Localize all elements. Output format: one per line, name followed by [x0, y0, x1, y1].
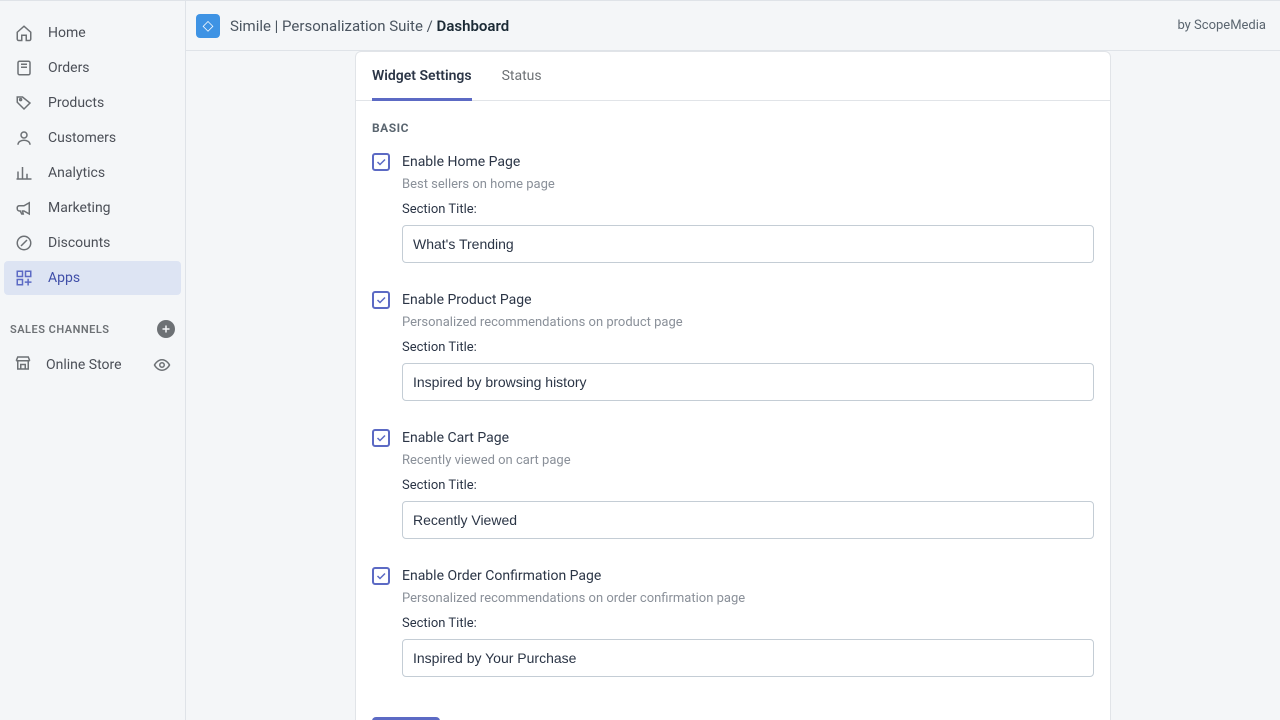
option-desc: Personalized recommendations on product …	[402, 315, 1094, 330]
sidebar-item-analytics[interactable]: Analytics	[4, 156, 181, 190]
sidebar-item-discounts[interactable]: Discounts	[4, 226, 181, 260]
checkbox-home-page[interactable]	[372, 153, 390, 171]
sidebar-item-label: Customers	[48, 130, 116, 146]
megaphone-icon	[14, 198, 34, 218]
sidebar-item-label: Orders	[48, 60, 90, 76]
add-channel-button[interactable]	[157, 320, 175, 338]
option-desc: Best sellers on home page	[402, 177, 1094, 192]
view-store-icon[interactable]	[153, 356, 171, 374]
option-title: Enable Cart Page	[402, 430, 509, 446]
discount-icon	[14, 233, 34, 253]
sidebar-item-label: Marketing	[48, 200, 111, 216]
sidebar-item-products[interactable]: Products	[4, 86, 181, 120]
option-product-page: Enable Product Page Personalized recomme…	[372, 291, 1094, 401]
sidebar-item-home[interactable]: Home	[4, 16, 181, 50]
option-title: Enable Order Confirmation Page	[402, 568, 601, 584]
option-home-page: Enable Home Page Best sellers on home pa…	[372, 153, 1094, 263]
home-icon	[14, 23, 34, 43]
app-name: Simile | Personalization Suite	[230, 17, 423, 35]
basic-heading: BASIC	[372, 121, 1094, 135]
checkbox-product-page[interactable]	[372, 291, 390, 309]
option-desc: Personalized recommendations on order co…	[402, 591, 1094, 606]
widget-settings-card: Widget Settings Status BASIC Enable Home…	[355, 51, 1111, 720]
store-icon	[14, 354, 32, 376]
sidebar-item-label: Discounts	[48, 235, 110, 251]
tab-widget-settings[interactable]: Widget Settings	[372, 52, 472, 101]
section-title-label: Section Title:	[402, 478, 1094, 493]
apps-icon	[14, 268, 34, 288]
analytics-icon	[14, 163, 34, 183]
app-logo-icon: ◇	[196, 14, 220, 38]
user-icon	[14, 128, 34, 148]
content-scroll[interactable]: Widget Settings Status BASIC Enable Home…	[186, 51, 1280, 720]
option-title: Enable Product Page	[402, 292, 532, 308]
page-title: Dashboard	[437, 17, 510, 35]
topbar: ◇ Simile | Personalization Suite / Dashb…	[186, 1, 1280, 51]
sidebar-item-online-store[interactable]: Online Store	[4, 347, 181, 383]
sidebar-section-label: SALES CHANNELS	[10, 323, 110, 336]
section-title-label: Section Title:	[402, 202, 1094, 217]
option-cart-page: Enable Cart Page Recently viewed on cart…	[372, 429, 1094, 539]
option-title: Enable Home Page	[402, 154, 520, 170]
section-title-input-product[interactable]	[402, 363, 1094, 401]
sidebar-item-label: Apps	[48, 270, 80, 286]
breadcrumb: ◇ Simile | Personalization Suite / Dashb…	[196, 14, 509, 38]
section-title-label: Section Title:	[402, 340, 1094, 355]
sidebar-item-label: Online Store	[46, 357, 122, 373]
checkbox-cart-page[interactable]	[372, 429, 390, 447]
sidebar-item-label: Products	[48, 95, 104, 111]
sidebar-item-orders[interactable]: Orders	[4, 51, 181, 85]
sidebar-item-label: Analytics	[48, 165, 105, 181]
section-title-label: Section Title:	[402, 616, 1094, 631]
option-order-confirmation-page: Enable Order Confirmation Page Personali…	[372, 567, 1094, 677]
sidebar-item-label: Home	[48, 25, 86, 41]
sidebar-item-apps[interactable]: Apps	[4, 261, 181, 295]
sidebar-section-sales-channels: SALES CHANNELS	[0, 296, 185, 346]
breadcrumb-sep: /	[423, 17, 437, 35]
tab-status[interactable]: Status	[502, 52, 542, 100]
tag-icon	[14, 93, 34, 113]
section-title-input-home[interactable]	[402, 225, 1094, 263]
tabs: Widget Settings Status	[356, 52, 1110, 101]
section-title-input-order[interactable]	[402, 639, 1094, 677]
sidebar: Home Orders Products Customers Analytics	[0, 1, 186, 720]
orders-icon	[14, 58, 34, 78]
checkbox-order-confirmation[interactable]	[372, 567, 390, 585]
sidebar-item-marketing[interactable]: Marketing	[4, 191, 181, 225]
sidebar-item-customers[interactable]: Customers	[4, 121, 181, 155]
main: ◇ Simile | Personalization Suite / Dashb…	[186, 1, 1280, 720]
basic-section: BASIC Enable Home Page Best sellers on h…	[356, 101, 1110, 713]
option-desc: Recently viewed on cart page	[402, 453, 1094, 468]
byline: by ScopeMedia	[1177, 18, 1266, 33]
section-title-input-cart[interactable]	[402, 501, 1094, 539]
